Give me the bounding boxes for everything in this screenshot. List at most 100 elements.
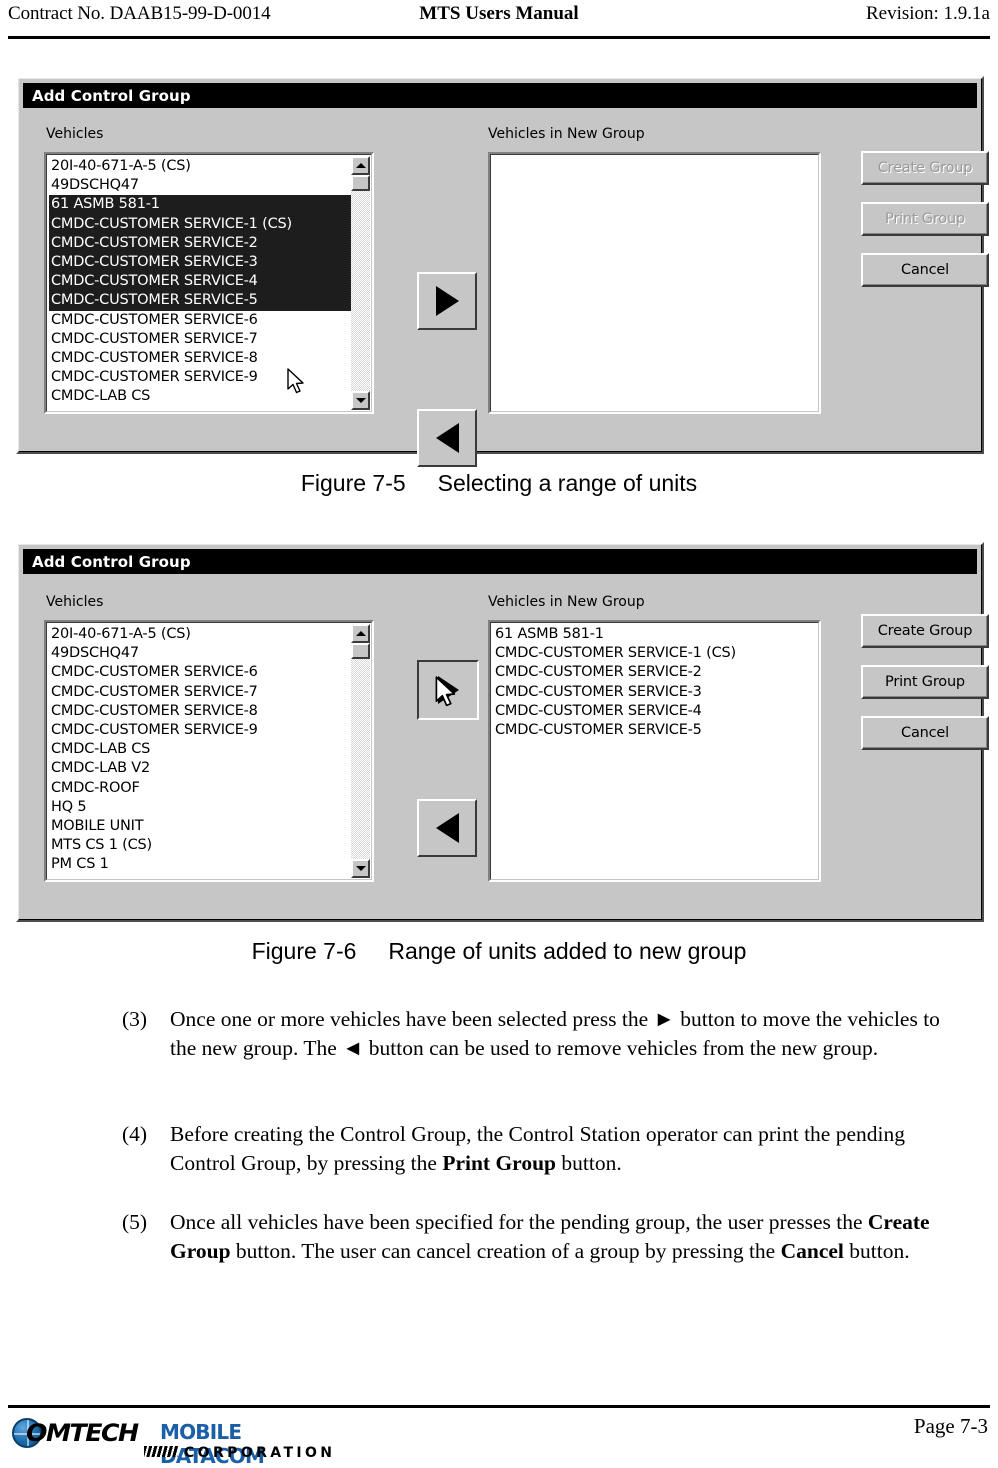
print-group-button-1[interactable]: Print Group — [861, 202, 989, 236]
logo-comtech-text: OMTECH — [26, 1419, 139, 1447]
step-4-paragraph: (4) Before creating the Control Group, t… — [122, 1120, 967, 1178]
new-group-listbox-inner-2: 61 ASMB 581-1 CMDC-CUSTOMER SERVICE-1 (CS… — [490, 622, 819, 880]
triangle-left-icon — [435, 423, 459, 453]
add-control-group-dialog-2[interactable]: Add Control Group Vehicles Vehicles in N… — [16, 542, 989, 922]
list-item[interactable]: CMDC-LAB V2 — [49, 759, 351, 778]
list-item[interactable]: CMDC-CUSTOMER SERVICE-5 — [493, 721, 815, 740]
list-item[interactable]: 49DSCHQ47 — [49, 644, 351, 663]
dialog-titlebar-2: Add Control Group — [23, 549, 977, 574]
step-4-number: (4) — [122, 1122, 148, 1146]
add-control-group-dialog-1[interactable]: Add Control Group Vehicles Vehicles in N… — [16, 76, 989, 467]
list-item[interactable]: 20I-40-671-A-5 (CS) — [49, 625, 351, 644]
figure-7-6-caption: Figure 7-6 Range of units added to new g… — [251, 938, 747, 964]
cancel-button-2[interactable]: Cancel — [861, 716, 989, 750]
list-item[interactable]: HQ 5 — [49, 798, 351, 817]
list-item[interactable]: 20I-40-671-A-5 (CS) — [49, 157, 351, 176]
figure-7-5-caption: Figure 7-5 Selecting a range of units — [300, 470, 698, 496]
create-group-label-2: Create Group — [877, 623, 973, 639]
scroll-up-button-1[interactable] — [351, 156, 370, 175]
vehicles-scrollbar-1[interactable] — [351, 156, 370, 410]
page-header: Contract No. DAAB15-99-D-0014 MTS Users … — [0, 0, 998, 40]
new-group-listbox-2[interactable]: 61 ASMB 581-1 CMDC-CUSTOMER SERVICE-1 (CS… — [488, 620, 821, 882]
print-group-button-2[interactable]: Print Group — [861, 665, 989, 699]
list-item[interactable]: MOBILE UNIT — [49, 817, 351, 836]
list-item[interactable]: CMDC-CUSTOMER SERVICE-4 — [493, 702, 815, 721]
print-group-label-1: Print Group — [885, 211, 965, 227]
move-right-button-1[interactable] — [417, 272, 477, 330]
cancel-label-2: Cancel — [901, 725, 949, 741]
new-group-list-1[interactable] — [493, 157, 815, 411]
step-5-pre: Once all vehicles have been specified fo… — [170, 1210, 868, 1234]
create-group-button-2[interactable]: Create Group — [861, 614, 989, 648]
vehicles-in-new-group-label-2: Vehicles in New Group — [488, 594, 645, 610]
list-item[interactable]: CMDC-CUSTOMER SERVICE-7 — [49, 330, 351, 349]
list-item[interactable]: CMDC-CUSTOMER SERVICE-2 — [493, 663, 815, 682]
list-item[interactable]: CMDC-CUSTOMER SERVICE-5 — [49, 291, 351, 311]
list-item[interactable]: PM CS 1 — [49, 855, 351, 874]
list-item[interactable]: CMDC-CUSTOMER SERVICE-4 — [49, 272, 351, 292]
vehicles-listbox-inner-1: 20I-40-671-A-5 (CS) 49DSCHQ47 61 ASMB 581-… — [46, 154, 372, 412]
cancel-emphasis: Cancel — [780, 1239, 844, 1263]
new-group-list-2[interactable]: 61 ASMB 581-1 CMDC-CUSTOMER SERVICE-1 (CS… — [493, 625, 815, 879]
list-item[interactable]: 49DSCHQ47 — [49, 176, 351, 195]
scrollbar-thumb-2[interactable] — [351, 643, 370, 659]
header-rule — [8, 36, 990, 39]
new-group-listbox-1[interactable] — [488, 152, 821, 414]
list-item[interactable]: CMDC-CUSTOMER SERVICE-6 — [49, 311, 351, 330]
move-right-button-2[interactable] — [417, 660, 479, 720]
list-item[interactable]: CMDC-CUSTOMER SERVICE-3 — [49, 252, 351, 273]
cancel-button-1[interactable]: Cancel — [861, 253, 989, 287]
list-item[interactable]: CMDC-LAB CS — [49, 740, 351, 759]
list-item[interactable]: CMDC-CUSTOMER SERVICE-1 (CS) — [493, 644, 815, 663]
create-group-label-1: Create Group — [877, 160, 973, 176]
vehicles-listbox-inner-2: 20I-40-671-A-5 (CS) 49DSCHQ47 CMDC-CUSTOME… — [46, 622, 372, 880]
vehicles-listbox-1[interactable]: 20I-40-671-A-5 (CS) 49DSCHQ47 61 ASMB 581-… — [44, 152, 374, 414]
step-5-post: button. — [843, 1239, 910, 1263]
scroll-up-button-2[interactable] — [351, 624, 370, 643]
dialog-titlebar-1: Add Control Group — [23, 83, 977, 108]
list-item[interactable]: CMDC-CUSTOMER SERVICE-2 — [49, 233, 351, 253]
print-group-emphasis: Print Group — [442, 1151, 556, 1175]
vehicles-listbox-2[interactable]: 20I-40-671-A-5 (CS) 49DSCHQ47 CMDC-CUSTOME… — [44, 620, 374, 882]
triangle-right-icon — [435, 286, 459, 316]
scroll-up-arrow-icon — [355, 163, 366, 168]
new-group-listbox-inner-1 — [490, 154, 819, 412]
list-item[interactable]: CMDC-CUSTOMER SERVICE-7 — [49, 683, 351, 702]
cancel-label-1: Cancel — [901, 262, 949, 278]
create-group-button-1[interactable]: Create Group — [861, 151, 989, 185]
revision-label: Revision: 1.9.1a — [865, 3, 990, 24]
scroll-down-button-2[interactable] — [351, 859, 370, 878]
list-item[interactable]: 61 ASMB 581-1 — [49, 195, 351, 215]
comtech-logo: OMTECH MOBILE DATACOM CORPORATION — [12, 1416, 342, 1468]
list-item[interactable]: 61 ASMB 581-1 — [493, 625, 815, 644]
dialog-title-text-1: Add Control Group — [32, 86, 191, 105]
scroll-down-arrow-icon — [355, 398, 366, 403]
move-left-button-2[interactable] — [417, 799, 477, 857]
vehicles-list-1[interactable]: 20I-40-671-A-5 (CS) 49DSCHQ47 61 ASMB 581-… — [49, 157, 351, 411]
step-4-text: Before creating the Control Group, the C… — [170, 1120, 967, 1178]
triangle-left-icon — [435, 813, 459, 843]
list-item[interactable]: CMDC-CUSTOMER SERVICE-8 — [49, 349, 351, 368]
step-5-text: Once all vehicles have been specified fo… — [170, 1208, 982, 1266]
scroll-up-arrow-icon — [355, 631, 366, 636]
scroll-down-button-1[interactable] — [351, 391, 370, 410]
list-item[interactable]: CMDC-CUSTOMER SERVICE-1 (CS) — [49, 214, 351, 234]
logo-corporation-text: CORPORATION — [184, 1445, 336, 1461]
vehicles-list-2[interactable]: 20I-40-671-A-5 (CS) 49DSCHQ47 CMDC-CUSTOME… — [49, 625, 351, 879]
list-item[interactable]: MTS CS 1 (CS) — [49, 836, 351, 855]
list-item[interactable]: CMDC-ROOF — [49, 779, 351, 798]
triangle-right-icon — [437, 676, 459, 704]
list-item[interactable]: CMDC-CUSTOMER SERVICE-9 — [49, 368, 351, 387]
list-item[interactable]: CMDC-CUSTOMER SERVICE-6 — [49, 663, 351, 682]
vehicles-in-new-group-label-1: Vehicles in New Group — [488, 126, 645, 142]
print-group-label-2: Print Group — [885, 674, 965, 690]
list-item[interactable]: CMDC-CUSTOMER SERVICE-3 — [493, 683, 815, 702]
vehicles-label-2: Vehicles — [46, 594, 104, 610]
list-item[interactable]: CMDC-CUSTOMER SERVICE-8 — [49, 702, 351, 721]
list-item[interactable]: CMDC-LAB CS — [49, 387, 351, 406]
step-5-mid: button. The user can cancel creation of … — [230, 1239, 781, 1263]
move-left-button-1[interactable] — [417, 409, 477, 467]
vehicles-scrollbar-2[interactable] — [351, 624, 370, 878]
list-item[interactable]: CMDC-CUSTOMER SERVICE-9 — [49, 721, 351, 740]
scrollbar-thumb-1[interactable] — [351, 175, 370, 191]
